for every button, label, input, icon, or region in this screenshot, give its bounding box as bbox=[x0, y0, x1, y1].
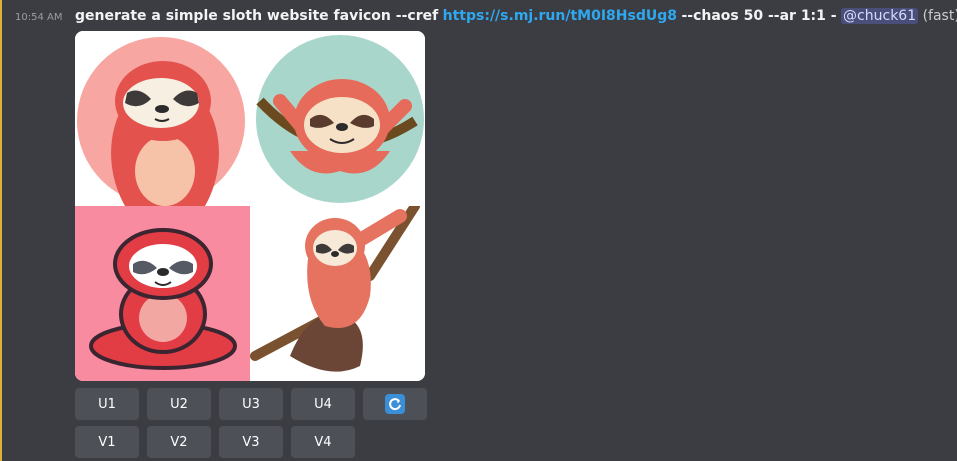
speed-label: (fast) bbox=[922, 8, 957, 24]
user-mention[interactable]: @chuck61 bbox=[841, 8, 919, 24]
cref-link[interactable]: https://s.mj.run/tM0I8HsdUg8 bbox=[443, 8, 677, 24]
variation-4-button[interactable]: V4 bbox=[291, 426, 355, 458]
prompt-text: generate a simple sloth website favicon … bbox=[75, 8, 439, 24]
upscale-1-button[interactable]: U1 bbox=[75, 388, 139, 420]
upscale-3-button[interactable]: U3 bbox=[219, 388, 283, 420]
prompt-params: --chaos 50 --ar 1:1 - bbox=[681, 8, 837, 24]
variation-2-button[interactable]: V2 bbox=[147, 426, 211, 458]
message-header: generate a simple sloth website favicon … bbox=[75, 8, 957, 24]
refresh-icon bbox=[385, 394, 405, 414]
upscale-4-button[interactable]: U4 bbox=[291, 388, 355, 420]
reroll-button[interactable] bbox=[363, 388, 427, 420]
sloth-image-2[interactable] bbox=[250, 31, 425, 206]
sloth-image-1[interactable] bbox=[75, 31, 250, 206]
image-grid[interactable] bbox=[75, 31, 425, 381]
message-timestamp: 10:54 AM bbox=[15, 12, 63, 23]
variation-3-button[interactable]: V3 bbox=[219, 426, 283, 458]
bot-message: 10:54 AM generate a simple sloth website… bbox=[0, 0, 957, 461]
variation-1-button[interactable]: V1 bbox=[75, 426, 139, 458]
upscale-2-button[interactable]: U2 bbox=[147, 388, 211, 420]
sloth-image-3[interactable] bbox=[75, 206, 250, 381]
sloth-image-4[interactable] bbox=[250, 206, 425, 381]
